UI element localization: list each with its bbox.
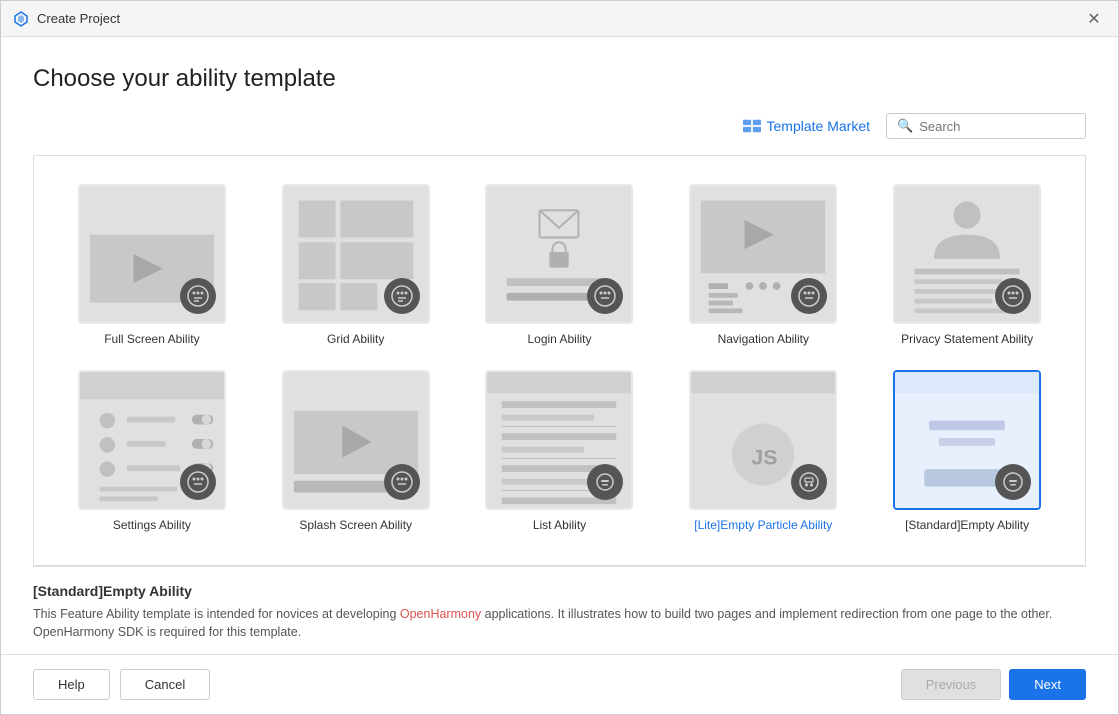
card-image-lite-empty-particle: JS: [689, 370, 837, 510]
badge-icon-settings: [187, 471, 209, 493]
cancel-button[interactable]: Cancel: [120, 669, 210, 700]
card-label-list: List Ability: [533, 518, 586, 532]
card-image-settings: [78, 370, 226, 510]
badge-icon-full-screen: [187, 285, 209, 307]
badge-icon-grid: [391, 285, 413, 307]
template-grid-container: Full Screen Ability: [33, 155, 1086, 566]
template-card-navigation[interactable]: Navigation Ability: [661, 172, 865, 358]
badge-standard-empty: [995, 464, 1031, 500]
badge-full-screen: [180, 278, 216, 314]
template-card-splash[interactable]: Splash Screen Ability: [254, 358, 458, 544]
badge-icon-standard-empty: [1002, 471, 1024, 493]
card-label-splash: Splash Screen Ability: [299, 518, 412, 532]
template-card-settings[interactable]: Settings Ability: [50, 358, 254, 544]
window-title: Create Project: [37, 11, 120, 26]
page-title: Choose your ability template: [33, 65, 1086, 93]
template-card-standard-empty[interactable]: [Standard]Empty Ability: [865, 358, 1069, 544]
card-label-settings: Settings Ability: [113, 518, 191, 532]
search-input[interactable]: [919, 119, 1075, 134]
main-window: Create Project ✕ Choose your ability tem…: [0, 0, 1119, 715]
card-image-login: [485, 184, 633, 324]
card-label-full-screen: Full Screen Ability: [104, 332, 199, 346]
card-label-login: Login Ability: [527, 332, 591, 346]
template-card-login[interactable]: Login Ability: [458, 172, 662, 358]
toolbar: Template Market 🔍: [33, 113, 1086, 139]
card-image-navigation: [689, 184, 837, 324]
card-label-grid: Grid Ability: [327, 332, 384, 346]
card-image-grid: [282, 184, 430, 324]
badge-splash: [384, 464, 420, 500]
title-bar: Create Project ✕: [1, 1, 1118, 37]
svg-text:JS: JS: [752, 445, 778, 469]
search-icon: 🔍: [897, 118, 913, 134]
help-button[interactable]: Help: [33, 669, 110, 700]
footer: Help Cancel Previous Next: [1, 654, 1118, 714]
footer-right: Previous Next: [901, 669, 1086, 700]
description-part-1: This Feature Ability template is intende…: [33, 607, 400, 621]
close-button[interactable]: ✕: [1082, 7, 1106, 31]
title-bar-left: Create Project: [13, 11, 120, 27]
footer-left: Help Cancel: [33, 669, 210, 700]
badge-settings: [180, 464, 216, 500]
template-market-button[interactable]: Template Market: [743, 118, 870, 134]
template-grid: Full Screen Ability: [34, 156, 1085, 560]
badge-icon-list: [594, 471, 616, 493]
card-image-list: [485, 370, 633, 510]
card-image-full-screen: [78, 184, 226, 324]
search-box: 🔍: [886, 113, 1086, 139]
card-image-standard-empty: [893, 370, 1041, 510]
template-card-full-screen[interactable]: Full Screen Ability: [50, 172, 254, 358]
card-label-lite-empty-particle: [Lite]Empty Particle Ability: [694, 518, 832, 532]
template-market-icon: [743, 119, 761, 133]
badge-icon-login: [594, 285, 616, 307]
next-button[interactable]: Next: [1009, 669, 1086, 700]
previous-button: Previous: [901, 669, 1002, 700]
description-title: [Standard]Empty Ability: [33, 583, 1086, 599]
app-icon: [13, 11, 29, 27]
badge-icon-navigation: [798, 285, 820, 307]
card-label-navigation: Navigation Ability: [718, 332, 809, 346]
template-market-label: Template Market: [767, 118, 870, 134]
template-card-lite-empty-particle[interactable]: JS: [661, 358, 865, 544]
badge-privacy: [995, 278, 1031, 314]
badge-icon-lite-empty-particle: [798, 471, 820, 493]
template-card-list[interactable]: List Ability: [458, 358, 662, 544]
badge-icon-splash: [391, 471, 413, 493]
badge-icon-privacy: [1002, 285, 1024, 307]
main-content: Choose your ability template Template Ma…: [1, 37, 1118, 654]
template-card-privacy[interactable]: Privacy Statement Ability: [865, 172, 1069, 358]
template-card-grid[interactable]: Grid Ability: [254, 172, 458, 358]
description-highlight: OpenHarmony: [400, 607, 481, 621]
card-image-splash: [282, 370, 430, 510]
description-box: [Standard]Empty Ability This Feature Abi…: [33, 566, 1086, 655]
card-label-privacy: Privacy Statement Ability: [901, 332, 1033, 346]
card-image-privacy: [893, 184, 1041, 324]
badge-grid: [384, 278, 420, 314]
description-text: This Feature Ability template is intende…: [33, 605, 1086, 643]
card-label-standard-empty: [Standard]Empty Ability: [905, 518, 1029, 532]
